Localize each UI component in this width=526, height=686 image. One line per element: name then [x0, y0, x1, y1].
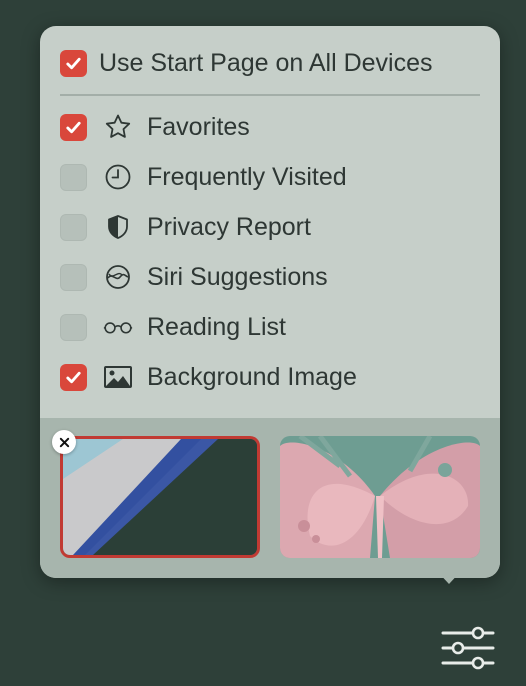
privacy-report-checkbox[interactable] [60, 213, 87, 241]
favorites-checkbox[interactable] [60, 113, 87, 141]
option-siri-suggestions[interactable]: Siri Suggestions [60, 262, 328, 292]
shield-icon [103, 212, 133, 242]
siri-suggestions-checkbox[interactable] [60, 263, 87, 291]
start-page-popover: Use Start Page on All Devices Favorites … [40, 26, 500, 578]
background-image-label: Background Image [147, 362, 357, 391]
glasses-icon [103, 312, 133, 342]
clock-icon [103, 162, 133, 192]
siri-suggestions-label: Siri Suggestions [147, 262, 328, 291]
background-image-checkbox[interactable] [60, 363, 87, 391]
option-background-image[interactable]: Background Image [60, 362, 357, 392]
background-thumbnail-butterfly[interactable] [280, 436, 480, 558]
option-reading-list[interactable]: Reading List [60, 312, 286, 342]
siri-icon [103, 262, 133, 292]
reading-list-label: Reading List [147, 312, 286, 341]
use-start-page-all-devices-option[interactable]: Use Start Page on All Devices [60, 48, 433, 78]
star-icon [103, 112, 133, 142]
option-privacy-report[interactable]: Privacy Report [60, 212, 311, 242]
option-frequently-visited[interactable]: Frequently Visited [60, 162, 347, 192]
separator [60, 94, 480, 96]
reading-list-checkbox[interactable] [60, 313, 87, 341]
use-start-page-checkbox[interactable] [60, 49, 87, 77]
frequently-visited-checkbox[interactable] [60, 163, 87, 191]
privacy-report-label: Privacy Report [147, 212, 311, 241]
frequently-visited-label: Frequently Visited [147, 162, 347, 191]
popover-arrow [436, 570, 462, 584]
sliders-icon[interactable] [440, 626, 496, 670]
background-thumbnail-blue-stripes[interactable] [60, 436, 260, 558]
image-icon [103, 362, 133, 392]
option-favorites[interactable]: Favorites [60, 112, 250, 142]
use-start-page-label: Use Start Page on All Devices [99, 48, 433, 77]
favorites-label: Favorites [147, 112, 250, 141]
remove-background-button[interactable] [52, 430, 76, 454]
